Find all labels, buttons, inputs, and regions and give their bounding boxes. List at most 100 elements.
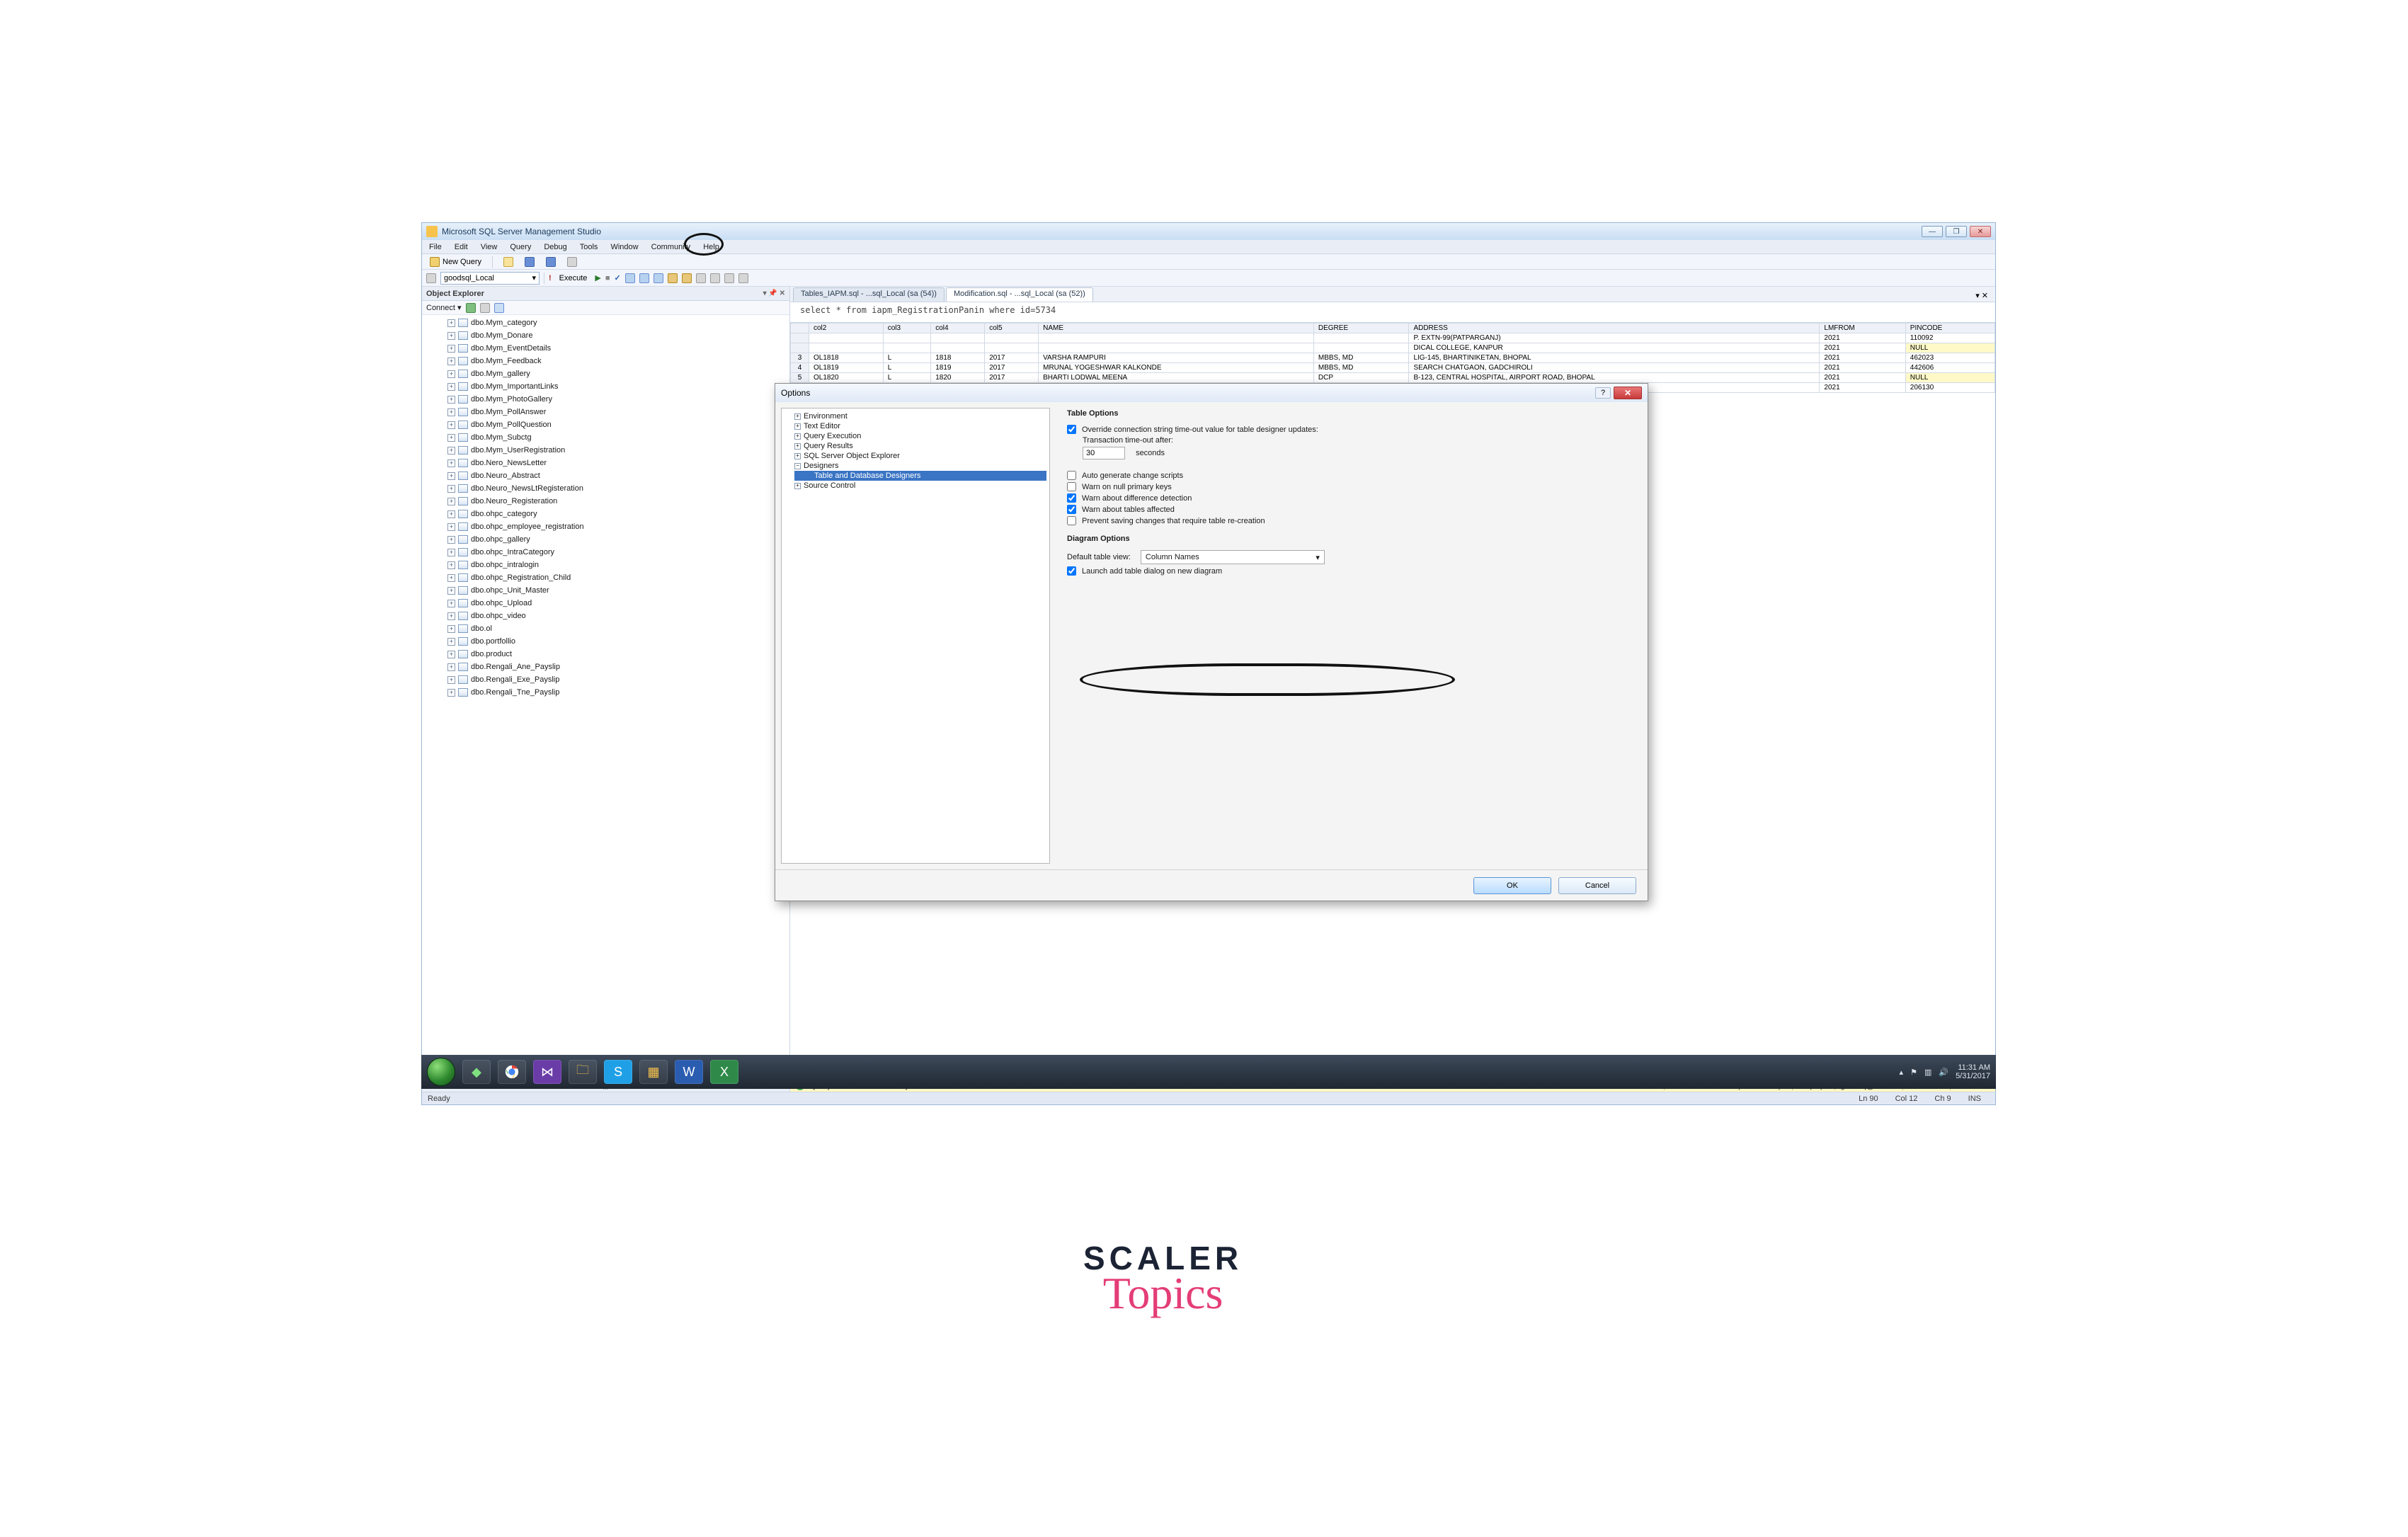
table-cell[interactable] — [791, 343, 809, 353]
tree-item[interactable]: +dbo.Mym_Subctg — [425, 431, 787, 444]
sql-editor[interactable]: select * from iapm_RegistrationPanin whe… — [790, 302, 1995, 322]
table-cell[interactable]: 2021 — [1820, 373, 1905, 383]
table-cell[interactable]: 2017 — [985, 363, 1039, 373]
table-cell[interactable] — [1313, 333, 1409, 343]
results-file-icon[interactable] — [682, 273, 692, 283]
start-button[interactable] — [427, 1058, 455, 1086]
tree-item[interactable]: +dbo.Mym_UserRegistration — [425, 444, 787, 457]
tree-item[interactable]: +dbo.ohpc_Upload — [425, 597, 787, 610]
system-tray[interactable]: ▴ ⚑ ▥ 🔊 11:31 AM 5/31/2017 — [1900, 1063, 1990, 1080]
column-header[interactable]: PINCODE — [1905, 324, 1995, 333]
taskbar-vs[interactable]: ⋈ — [533, 1060, 561, 1084]
table-cell[interactable]: NULL — [1905, 373, 1995, 383]
table-cell[interactable]: MBBS, MD — [1313, 363, 1409, 373]
column-header[interactable]: col4 — [931, 324, 985, 333]
tree-item[interactable]: +dbo.Mym_gallery — [425, 367, 787, 380]
warn-null-checkbox[interactable] — [1067, 482, 1076, 491]
tree-item[interactable]: +dbo.Neuro_Registeration — [425, 495, 787, 508]
tab-inactive[interactable]: Tables_IAPM.sql - ...sql_Local (sa (54)) — [793, 287, 945, 302]
collapse-icon[interactable]: − — [794, 463, 801, 469]
expand-icon[interactable]: + — [447, 408, 455, 416]
expand-icon[interactable]: + — [447, 587, 455, 595]
tree-item[interactable]: +dbo.Mym_PollQuestion — [425, 418, 787, 431]
table-cell[interactable]: 4 — [791, 363, 809, 373]
menu-view[interactable]: View — [479, 242, 499, 252]
expand-icon[interactable]: + — [447, 434, 455, 442]
table-cell[interactable]: 2017 — [985, 373, 1039, 383]
tree-designers-child[interactable]: Table and Database Designers — [794, 471, 1046, 481]
table-cell[interactable]: VARSHA RAMPURI — [1039, 353, 1314, 363]
stop-icon[interactable]: ■ — [605, 274, 610, 282]
expand-icon[interactable]: + — [447, 625, 455, 633]
taskbar-ssms[interactable]: ▦ — [639, 1060, 668, 1084]
expand-icon[interactable]: + — [447, 676, 455, 684]
tree-item[interactable]: +dbo.Mym_EventDetails — [425, 342, 787, 355]
column-header[interactable]: col2 — [809, 324, 884, 333]
table-cell[interactable]: 2021 — [1820, 343, 1905, 353]
table-cell[interactable]: 1818 — [931, 353, 985, 363]
expand-icon[interactable]: + — [447, 459, 455, 467]
table-cell[interactable]: 2021 — [1820, 363, 1905, 373]
table-cell[interactable]: OL1820 — [809, 373, 884, 383]
expand-icon[interactable]: + — [447, 421, 455, 429]
table-cell[interactable] — [809, 333, 884, 343]
table-cell[interactable] — [791, 333, 809, 343]
menu-help[interactable]: Help — [702, 242, 721, 252]
maximize-button[interactable]: ❐ — [1946, 226, 1967, 237]
column-header[interactable]: col3 — [883, 324, 931, 333]
column-header[interactable]: NAME — [1039, 324, 1314, 333]
column-header[interactable] — [791, 324, 809, 333]
play-icon[interactable]: ▶ — [595, 273, 600, 282]
autogen-checkbox[interactable] — [1067, 471, 1076, 480]
tree-item[interactable]: +dbo.Mym_PhotoGallery — [425, 393, 787, 406]
expand-icon[interactable]: + — [447, 612, 455, 620]
tabs-dropdown-icon[interactable]: ▾ ✕ — [1971, 290, 1992, 302]
table-cell[interactable] — [1313, 343, 1409, 353]
table-cell[interactable]: 462023 — [1905, 353, 1995, 363]
expand-icon[interactable]: + — [447, 370, 455, 378]
table-cell[interactable]: 1819 — [931, 363, 985, 373]
dialog-close-button[interactable]: ✕ — [1614, 387, 1642, 399]
tree-item[interactable]: +dbo.Rengali_Tne_Payslip — [425, 686, 787, 699]
expand-icon[interactable]: + — [447, 638, 455, 646]
tree-item[interactable]: +dbo.ohpc_category — [425, 508, 787, 520]
table-cell[interactable]: LIG-145, BHARTINIKETAN, BHOPAL — [1409, 353, 1820, 363]
table-cell[interactable]: MRUNAL YOGESHWAR KALKONDE — [1039, 363, 1314, 373]
table-cell[interactable]: 2021 — [1820, 383, 1905, 393]
tree-item[interactable]: +dbo.Rengali_Ane_Payslip — [425, 661, 787, 673]
taskbar-fileexplorer[interactable]: 🗀 — [569, 1060, 597, 1084]
expand-icon[interactable]: + — [794, 413, 801, 420]
expand-icon[interactable]: + — [447, 396, 455, 404]
table-cell[interactable] — [1039, 333, 1314, 343]
expand-icon[interactable]: + — [447, 574, 455, 582]
column-header[interactable]: LMFROM — [1820, 324, 1905, 333]
results-text-icon[interactable] — [668, 273, 678, 283]
expand-icon[interactable]: + — [447, 549, 455, 556]
filter-icon[interactable] — [494, 303, 504, 313]
table-cell[interactable]: B-123, CENTRAL HOSPITAL, AIRPORT ROAD, B… — [1409, 373, 1820, 383]
table-cell[interactable] — [809, 343, 884, 353]
tree-item[interactable]: +dbo.ohpc_intralogin — [425, 559, 787, 571]
expand-icon[interactable]: + — [794, 433, 801, 440]
table-cell[interactable] — [931, 343, 985, 353]
close-button[interactable]: ✕ — [1970, 226, 1991, 237]
tree-item[interactable]: +dbo.ol — [425, 622, 787, 635]
menu-file[interactable]: File — [428, 242, 443, 252]
tree-environment[interactable]: Environment — [804, 412, 848, 421]
results-grid-icon[interactable] — [654, 273, 663, 283]
column-header[interactable]: ADDRESS — [1409, 324, 1820, 333]
column-header[interactable]: DEGREE — [1313, 324, 1409, 333]
table-cell[interactable]: OL1818 — [809, 353, 884, 363]
prevent-saving-checkbox[interactable] — [1067, 516, 1076, 525]
expand-icon[interactable]: + — [447, 383, 455, 391]
ok-button[interactable]: OK — [1473, 877, 1551, 894]
estimated-plan-icon[interactable] — [625, 273, 635, 283]
tray-volume-icon[interactable]: 🔊 — [1939, 1068, 1948, 1077]
table-cell[interactable]: 2021 — [1820, 333, 1905, 343]
expand-icon[interactable]: + — [447, 498, 455, 505]
pin-icon[interactable]: ▾ 📌 ✕ — [763, 290, 785, 297]
tree-designers[interactable]: Designers — [804, 462, 839, 470]
table-cell[interactable]: 3 — [791, 353, 809, 363]
tab-active[interactable]: Modification.sql - ...sql_Local (sa (52)… — [946, 287, 1093, 302]
tree-item[interactable]: +dbo.Nero_NewsLetter — [425, 457, 787, 469]
